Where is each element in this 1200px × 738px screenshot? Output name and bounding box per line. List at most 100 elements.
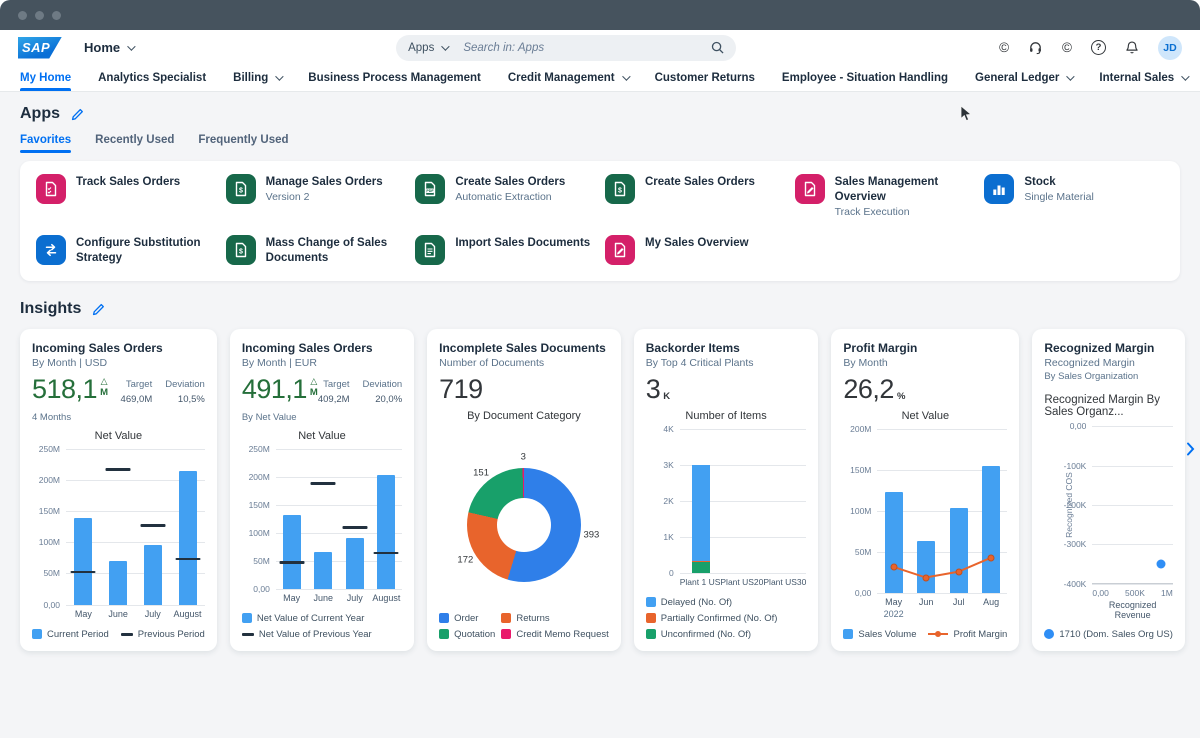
insight-card-incomplete-sales-documents-2[interactable]: Incomplete Sales DocumentsNumber of Docu… <box>427 329 621 651</box>
app-tile-label: Import Sales Documents <box>455 235 590 251</box>
kpi-row: 491,1△MTarget409,2MDeviation20,0% <box>242 376 402 405</box>
side-metric: Target469,0M <box>121 379 153 405</box>
nav-tab-business-process-management[interactable]: Business Process Management <box>308 65 481 91</box>
insight-card-recognized-margin-5[interactable]: Recognized MarginRecognized MarginBy Sal… <box>1032 329 1185 651</box>
window-dot[interactable] <box>52 11 61 20</box>
gridline <box>877 593 1007 594</box>
card-subtitle: By Month <box>843 357 1007 369</box>
copilot-icon[interactable]: © <box>1062 40 1072 55</box>
app-tile-sales-management-overview[interactable]: Sales Management OverviewTrack Execution <box>795 174 975 218</box>
x-label: Jun <box>910 597 942 620</box>
nav-tab-credit-management[interactable]: Credit Management <box>508 65 628 91</box>
card-chart: Net Value200M150M100M50M0,00May2022JunJu… <box>843 405 1007 640</box>
chart-body: 200M150M100M50M0,00 <box>843 429 1007 593</box>
donut-value-label: 151 <box>473 467 489 478</box>
sap-logo[interactable]: SAP <box>18 37 62 59</box>
legend-dash-icon <box>242 633 254 636</box>
user-avatar[interactable]: JD <box>1158 36 1182 60</box>
previous-period-marker <box>71 571 96 574</box>
stack-segment-partially-confirmed-no-of <box>692 561 710 563</box>
edit-apps-button[interactable] <box>71 107 85 121</box>
window-dot[interactable] <box>35 11 44 20</box>
app-tile-import-sales-documents[interactable]: Import Sales Documents <box>415 235 595 266</box>
headset-icon[interactable] <box>1028 40 1043 55</box>
nav-tab-billing[interactable]: Billing <box>233 65 281 91</box>
help-icon[interactable]: ? <box>1091 40 1106 55</box>
side-metric: Deviation10,5% <box>165 379 205 405</box>
edit-insights-button[interactable] <box>92 302 106 316</box>
insight-card-incoming-sales-orders-0[interactable]: Incoming Sales OrdersBy Month | USD518,1… <box>20 329 217 651</box>
carousel-next-button[interactable] <box>1186 442 1195 456</box>
x-label: Plant US20 <box>720 577 763 588</box>
search-placeholder: Search in: Apps <box>463 42 544 54</box>
chart-body: 250M200M150M100M50M0,00 <box>32 449 205 604</box>
app-tile-create-sales-orders[interactable]: $Create Sales Orders <box>605 174 785 218</box>
window-dot[interactable] <box>18 11 27 20</box>
trend-up-icon: △ <box>310 377 317 386</box>
bar-slot <box>339 449 371 588</box>
chart-title: By Document Category <box>439 410 609 422</box>
doc-dollar-icon: $ <box>226 235 256 265</box>
card-chart: Net Value250M200M150M100M50M0,00MayJuneJ… <box>242 425 402 640</box>
doc-check-icon <box>36 174 66 204</box>
header-actions: © ©? JD <box>999 36 1182 60</box>
apps-tab-favorites[interactable]: Favorites <box>20 134 71 153</box>
chevron-down-icon <box>1181 72 1189 80</box>
app-tile-my-sales-overview[interactable]: My Sales Overview <box>605 235 785 266</box>
line-point <box>890 563 897 570</box>
x-label: Plant 1 US <box>680 577 721 588</box>
app-tile-mass-change-of-sales-documents[interactable]: $Mass Change of Sales Documents <box>226 235 406 266</box>
legend-dash-icon <box>121 633 133 636</box>
home-menu-button[interactable]: Home <box>84 40 133 55</box>
nav-tab-customer-returns[interactable]: Customer Returns <box>655 65 755 91</box>
card-title: Recognized Margin <box>1044 341 1173 355</box>
donut-hole <box>497 498 551 552</box>
app-tile-label: Track Sales Orders <box>76 174 180 190</box>
app-tile-text: Import Sales Documents <box>455 235 590 251</box>
svg-text:$: $ <box>239 248 243 255</box>
x-axis-title: Recognized Revenue <box>1092 600 1173 620</box>
legend-square-icon <box>501 629 511 639</box>
x-axis-line <box>1092 583 1173 584</box>
nav-tab-analytics-specialist[interactable]: Analytics Specialist <box>98 65 206 91</box>
bar-slot <box>66 449 101 604</box>
gridline <box>1092 544 1173 545</box>
bar-slot <box>680 429 722 573</box>
assistant-icon[interactable]: © <box>999 40 1009 55</box>
bar-slot <box>276 449 308 588</box>
x-axis-labels: Plant 1 USPlant US20Plant US30 <box>680 577 807 588</box>
plot-area <box>66 449 205 604</box>
y-axis: 4K3K2K1K0 <box>646 429 680 573</box>
bar-slots <box>276 449 402 588</box>
insight-card-backorder-items-3[interactable]: Backorder ItemsBy Top 4 Critical Plants3… <box>634 329 819 651</box>
app-tile-track-sales-orders[interactable]: Track Sales Orders <box>36 174 216 218</box>
bell-icon[interactable] <box>1125 40 1139 55</box>
app-tile-create-sales-orders[interactable]: PDFCreate Sales OrdersAutomatic Extracti… <box>415 174 595 218</box>
app-tile-label: Configure Substitution Strategy <box>76 235 216 266</box>
app-tile-configure-substitution-strategy[interactable]: Configure Substitution Strategy <box>36 235 216 266</box>
x-axis-labels: May2022JunJulAug <box>877 597 1007 620</box>
kpi-row: 26,2% <box>843 376 1007 403</box>
insight-card-incoming-sales-orders-1[interactable]: Incoming Sales OrdersBy Month | EUR491,1… <box>230 329 414 651</box>
app-tile-manage-sales-orders[interactable]: $Manage Sales OrdersVersion 2 <box>226 174 406 218</box>
search-scope-select[interactable]: Apps <box>408 42 447 54</box>
x-label: August <box>371 593 403 604</box>
nav-tab-internal-sales[interactable]: Internal Sales <box>1099 65 1187 91</box>
legend-label: Sales Volume <box>858 629 916 640</box>
side-metric-label: Deviation <box>363 379 403 390</box>
apps-tab-frequently-used[interactable]: Frequently Used <box>198 134 288 153</box>
side-metric: Deviation20,0% <box>363 379 403 405</box>
nav-tab-my-home[interactable]: My Home <box>20 65 71 91</box>
legend-label: Credit Memo Request <box>516 629 608 640</box>
search-input[interactable]: Apps Search in: Apps <box>396 35 736 61</box>
kpi-unit-block: % <box>897 377 905 402</box>
legend-label: 1710 (Dom. Sales Org US) <box>1059 629 1173 640</box>
side-metric-value: 409,2M <box>318 394 350 405</box>
apps-tabs: Favorites Recently Used Frequently Used <box>20 134 1180 153</box>
kpi-row: 719 <box>439 376 609 403</box>
nav-tab-general-ledger[interactable]: General Ledger <box>975 65 1072 91</box>
nav-tab-employee-situation-handling[interactable]: Employee - Situation Handling <box>782 65 948 91</box>
apps-tab-recently-used[interactable]: Recently Used <box>95 134 174 153</box>
app-tile-stock[interactable]: StockSingle Material <box>984 174 1164 218</box>
insight-card-profit-margin-4[interactable]: Profit MarginBy Month26,2%Net Value200M1… <box>831 329 1019 651</box>
